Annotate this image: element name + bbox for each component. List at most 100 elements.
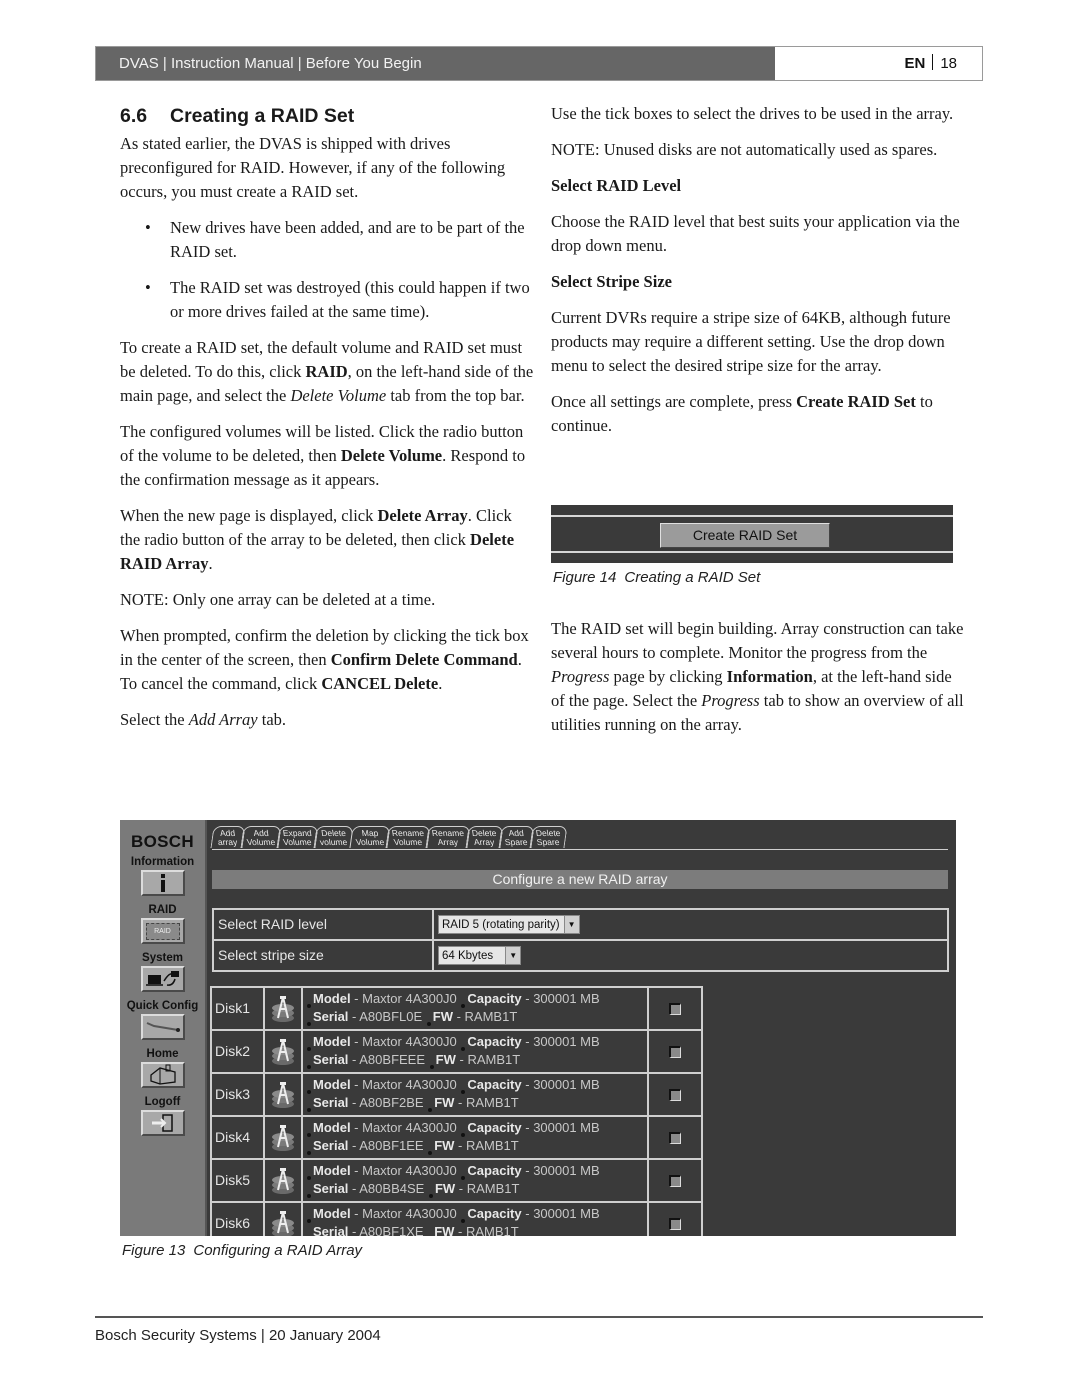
disk-checkbox-cell xyxy=(649,1117,701,1158)
caption-text: Configuring a RAID Array xyxy=(193,1242,363,1259)
disk-checkbox-cell xyxy=(649,988,701,1029)
tab-label: Volume xyxy=(354,836,385,847)
figure-create-raid-set: Create RAID Set xyxy=(551,505,953,563)
disk-drive-icon xyxy=(265,1031,303,1072)
sidebar-item-logoff[interactable]: Logoff xyxy=(120,1096,205,1136)
intro-paragraph: As stated earlier, the DVAS is shipped w… xyxy=(120,134,506,201)
tab-expand-volume[interactable]: Expand Volume xyxy=(276,826,319,848)
tick-boxes-paragraph: Use the tick boxes to select the drives … xyxy=(551,104,954,123)
sidebar-item-information[interactable]: Information xyxy=(120,856,205,896)
text: . xyxy=(208,554,213,573)
disk-row: Disk5 Model - Maxtor 4A300J0 Capacity - 3… xyxy=(212,1160,701,1203)
fw-value: RAMB1T xyxy=(464,1009,518,1024)
text: When the new page is displayed, click xyxy=(120,506,378,525)
stripe-size-select[interactable]: 64 Kbytes ▼ xyxy=(438,946,522,965)
bold-term: RAID xyxy=(305,362,348,381)
model-label: Model xyxy=(313,991,351,1006)
list-item: New drives have been added, and are to b… xyxy=(120,216,535,264)
disk-info: Model - Maxtor 4A300J0 Capacity - 300001… xyxy=(303,1117,649,1158)
capacity-label: Capacity xyxy=(467,1163,522,1178)
serial-label: Serial xyxy=(313,1138,349,1153)
sidebar-item-system[interactable]: System xyxy=(120,952,205,992)
disk-select-checkbox[interactable] xyxy=(669,1045,681,1058)
capacity-label: Capacity xyxy=(467,1206,522,1221)
raid-level-select[interactable]: RAID 5 (rotating parity) ▼ xyxy=(438,915,580,934)
tab-label: Array xyxy=(437,836,459,847)
system-computer-icon[interactable] xyxy=(140,966,185,992)
fw-value: RAMB1T xyxy=(466,1138,519,1153)
italic-term: Progress xyxy=(551,667,610,686)
bullet-icon xyxy=(307,1022,311,1026)
raid-chip-label: RAID xyxy=(145,922,180,940)
capacity-label: Capacity xyxy=(467,991,522,1006)
volumes-listed-paragraph: The configured volumes will be listed. C… xyxy=(120,420,535,492)
tab-label: Array xyxy=(473,836,496,847)
tab-add-volume[interactable]: Add Volume xyxy=(240,826,282,848)
chevron-down-icon[interactable]: ▼ xyxy=(505,947,521,964)
serial-label: Serial xyxy=(313,1095,349,1110)
section-heading: 6.6 Creating a RAID Set xyxy=(120,104,535,128)
disk-select-checkbox[interactable] xyxy=(669,1088,681,1101)
tab-rename-volume[interactable]: Rename Volume xyxy=(385,826,431,848)
logoff-door-icon[interactable] xyxy=(140,1110,185,1136)
disk-name: Disk6 xyxy=(212,1203,265,1236)
footer-text: Bosch Security Systems | 20 January 2004 xyxy=(95,1327,381,1344)
sidebar-item-home[interactable]: Home xyxy=(120,1048,205,1088)
tab-delete-array[interactable]: Delete Array xyxy=(465,826,504,848)
page-header: DVAS | Instruction Manual | Before You B… xyxy=(95,46,983,81)
sidebar-item-raid[interactable]: RAID RAID xyxy=(120,904,205,944)
tab-rename-array[interactable]: Rename Array xyxy=(425,826,471,848)
disk-name: Disk5 xyxy=(212,1160,265,1201)
tab-add-spare[interactable]: Add Spare xyxy=(498,826,535,848)
tab-delete-spare[interactable]: Delete Spare xyxy=(528,826,567,848)
bullet-icon xyxy=(428,1151,433,1155)
capacity-value: 300001 MB xyxy=(533,1034,600,1049)
tab-label: Volume xyxy=(282,836,313,847)
tab-label: Spare xyxy=(535,836,560,847)
serial-label: Serial xyxy=(313,1224,349,1236)
model-value: Maxtor 4A300J0 xyxy=(362,1034,457,1049)
capacity-value: 300001 MB xyxy=(533,1163,600,1178)
bosch-logo: BOSCH xyxy=(131,832,194,851)
bullet-icon xyxy=(307,1065,311,1069)
caption-number: Figure 14 xyxy=(553,569,617,586)
bold-term: Delete Volume xyxy=(340,446,443,465)
chevron-down-icon[interactable]: ▼ xyxy=(563,916,579,933)
stripe-size-cell: 64 Kbytes ▼ xyxy=(434,941,947,970)
stripe-size-value: 64 Kbytes xyxy=(442,949,494,962)
disk-select-checkbox[interactable] xyxy=(669,1131,681,1144)
tab-map-volume[interactable]: Map Volume xyxy=(349,826,391,848)
capacity-value: 300001 MB xyxy=(533,1206,600,1221)
disk-select-checkbox[interactable] xyxy=(669,1174,681,1187)
info-icon[interactable] xyxy=(140,870,185,896)
disk-select-checkbox[interactable] xyxy=(669,1217,681,1230)
serial-label: Serial xyxy=(313,1052,349,1067)
text: tab from the top bar. xyxy=(386,386,525,405)
tab-delete-volume[interactable]: Delete volume xyxy=(313,826,355,848)
fw-label: FW xyxy=(435,1052,456,1067)
fw-label: FW xyxy=(434,1224,455,1236)
disk-name: Disk3 xyxy=(212,1074,265,1115)
create-raid-set-button[interactable]: Create RAID Set xyxy=(660,523,830,548)
tab-bar: Add array Add Volume Expand Volume Delete vo… xyxy=(210,826,567,850)
raid-level-paragraph: Choose the RAID level that best suits yo… xyxy=(551,212,960,255)
capacity-value: 300001 MB xyxy=(533,1120,600,1135)
home-icon[interactable] xyxy=(140,1062,185,1088)
italic-term: Delete Volume xyxy=(290,386,387,405)
text: Select the xyxy=(120,710,189,729)
tab-label: Volume xyxy=(246,836,276,847)
stripe-size-heading: Select Stripe Size xyxy=(551,272,672,291)
divider xyxy=(551,551,953,553)
sidebar: BOSCH Information RAID RAID System Quick… xyxy=(120,820,207,1236)
disk-table: Disk1 Model - Maxtor 4A300J0 Capacity - 3… xyxy=(210,986,703,1236)
model-value: Maxtor 4A300J0 xyxy=(362,1206,457,1221)
separator xyxy=(932,54,934,70)
disk-name: Disk1 xyxy=(212,988,265,1029)
sidebar-item-quick-config[interactable]: Quick Config xyxy=(120,1000,205,1040)
disk-drive-icon xyxy=(265,1203,303,1236)
footer-divider xyxy=(95,1316,983,1318)
disk-select-checkbox[interactable] xyxy=(669,1002,681,1015)
raid-chip-icon[interactable]: RAID xyxy=(140,918,185,944)
header-breadcrumb: DVAS | Instruction Manual | Before You B… xyxy=(96,47,775,80)
wrench-icon[interactable] xyxy=(140,1014,185,1040)
